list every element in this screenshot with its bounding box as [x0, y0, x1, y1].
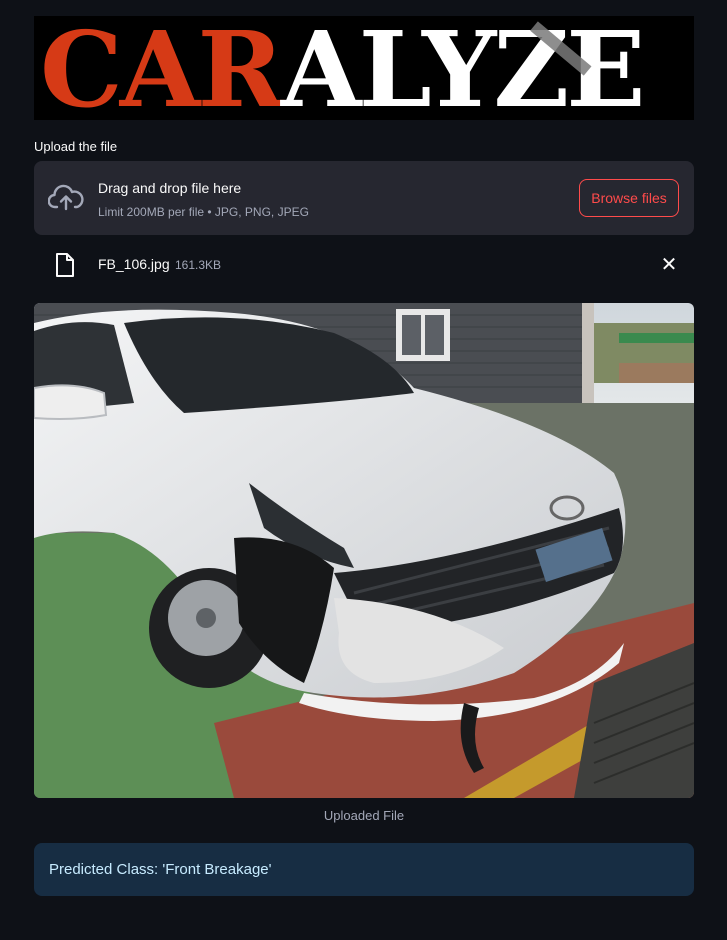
- uploaded-file-row: FB_106.jpg 161.3KB ✕: [34, 248, 694, 282]
- browse-files-button[interactable]: Browse files: [579, 179, 679, 217]
- logo-part-car: CAR: [40, 16, 284, 120]
- image-caption: Uploaded File: [323, 808, 405, 823]
- file-name: FB_106.jpg: [98, 256, 170, 272]
- caralyze-logo: CARALYZE: [34, 16, 694, 120]
- file-icon: [56, 253, 74, 277]
- prediction-alert: Predicted Class: 'Front Breakage': [34, 843, 694, 896]
- upload-label: Upload the file: [34, 139, 118, 154]
- dropzone-title: Drag and drop file here: [98, 180, 242, 196]
- remove-file-button[interactable]: ✕: [658, 254, 680, 276]
- dropzone-limit: Limit 200MB per file • JPG, PNG, JPEG: [98, 205, 309, 219]
- file-dropzone[interactable]: Drag and drop file here Limit 200MB per …: [34, 161, 694, 235]
- file-size: 161.3KB: [175, 258, 222, 272]
- car-photo: [34, 303, 694, 798]
- cloud-upload-icon: [48, 184, 84, 211]
- uploaded-image: [34, 303, 694, 798]
- logo-wordmark: CARALYZE: [40, 16, 645, 120]
- app-root: CARALYZE Upload the file Drag and drop f…: [0, 0, 727, 940]
- prediction-text: Predicted Class: 'Front Breakage': [49, 861, 272, 878]
- close-icon: ✕: [660, 254, 678, 276]
